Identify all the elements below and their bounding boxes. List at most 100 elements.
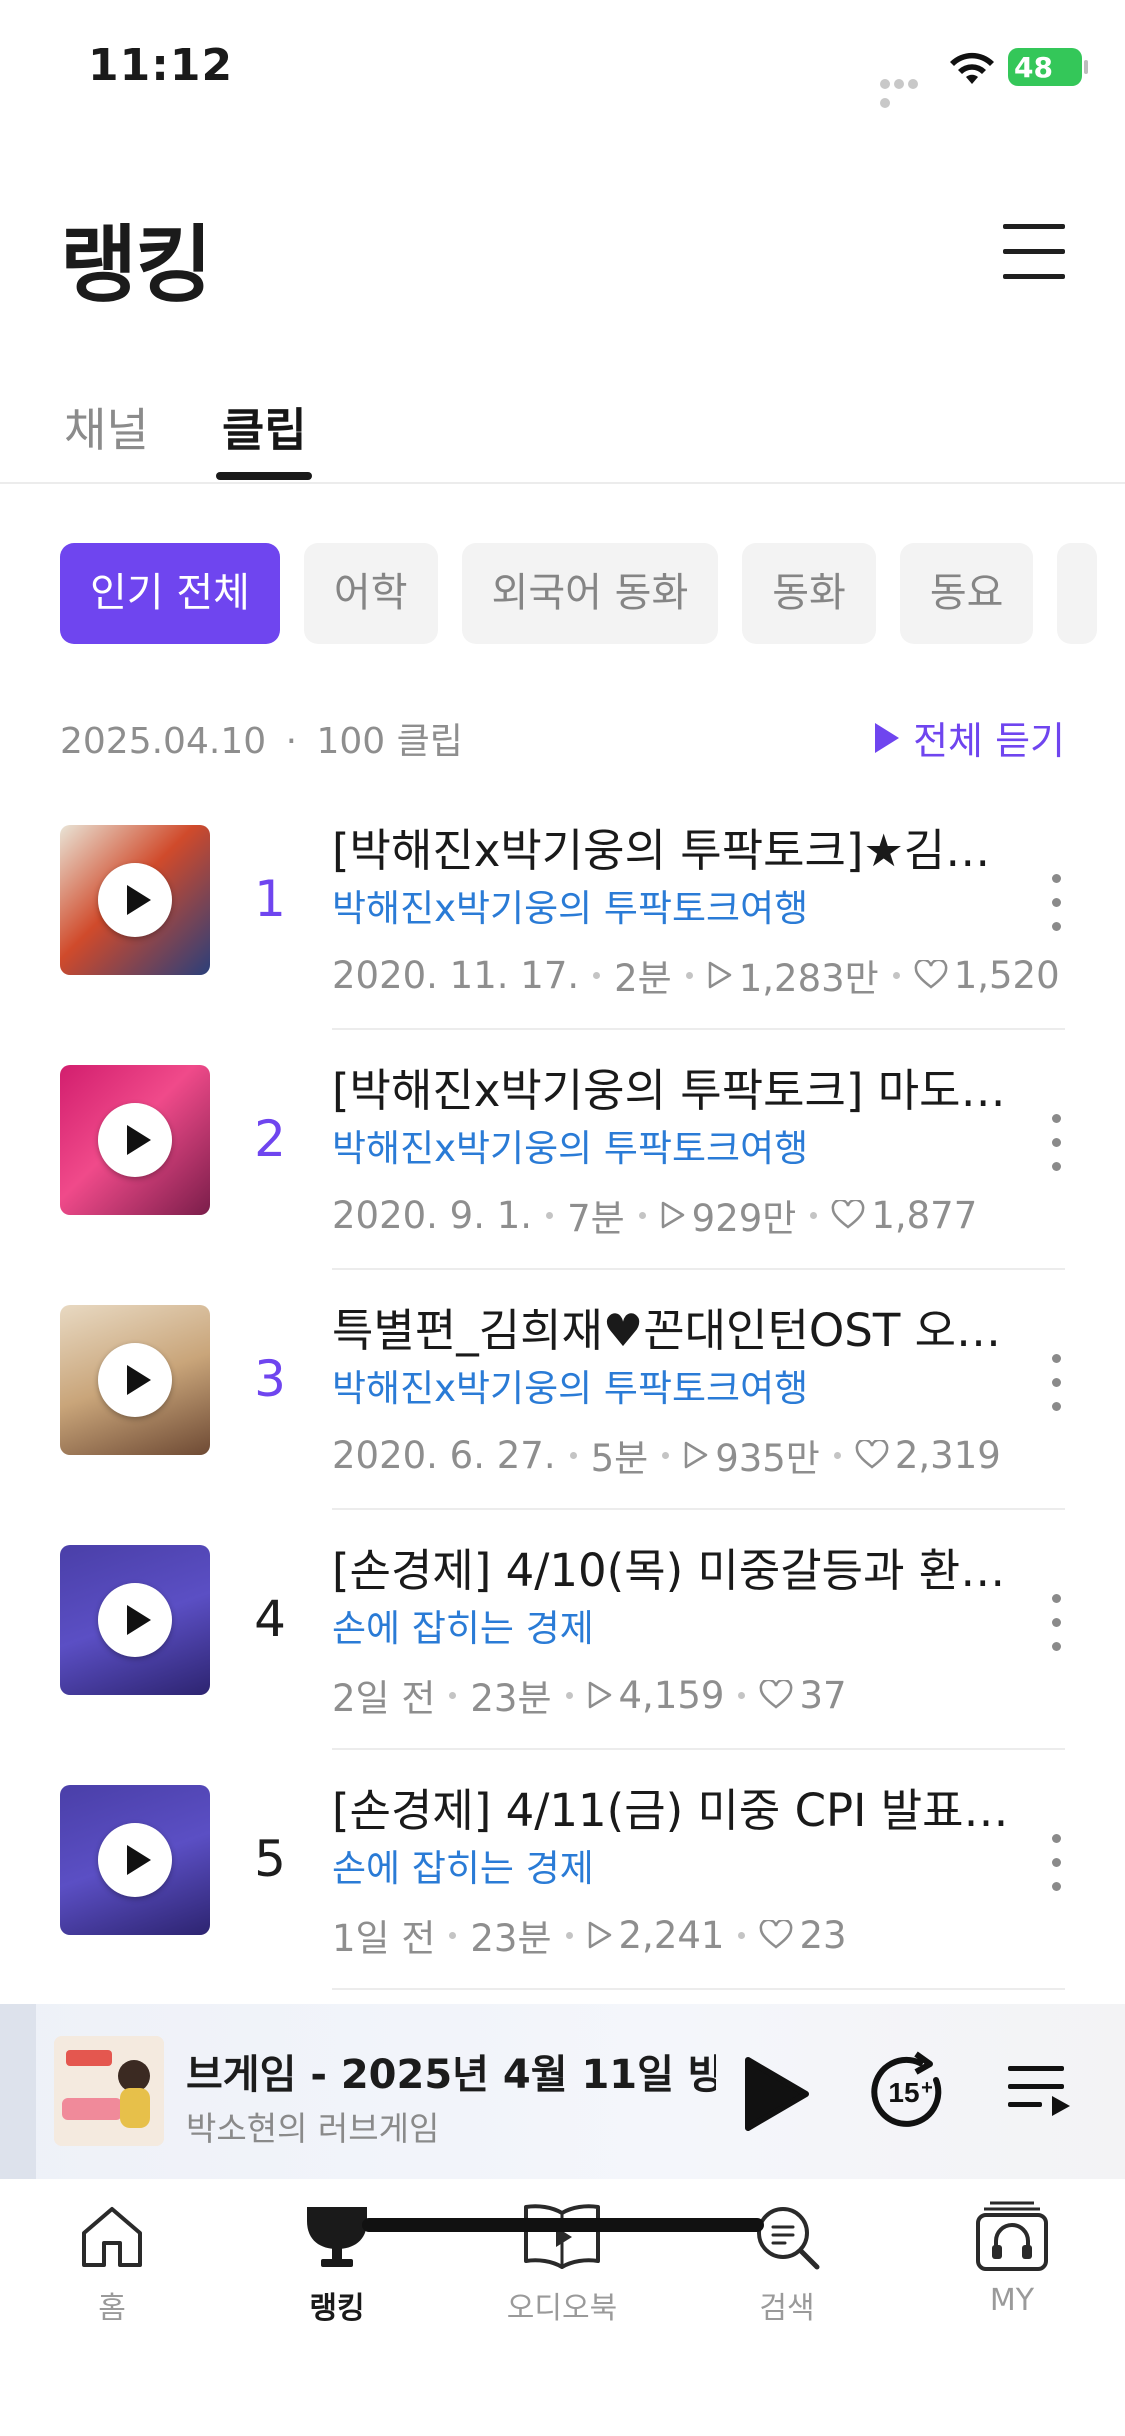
status-time: 11:12 bbox=[88, 40, 234, 91]
plays-icon bbox=[588, 1681, 611, 1709]
clip-title[interactable]: [손경제] 4/11(금) 미중 CPI 발표 | 시장 bbox=[332, 1774, 1012, 1839]
clip-channel[interactable]: 박해진x박기웅의 투팍토크여행 bbox=[332, 1118, 808, 1172]
clip-date: 2020. 6. 27. bbox=[332, 1433, 556, 1477]
chip-more[interactable] bbox=[1057, 543, 1098, 644]
clip-duration: 23분 bbox=[470, 1917, 552, 1960]
rank-number: 1 bbox=[254, 870, 286, 928]
clip-likes: 37 bbox=[799, 1673, 847, 1717]
skip-forward-icon: 15 + bbox=[871, 2051, 942, 2127]
clip-date: 1일 전 bbox=[332, 1917, 436, 1960]
chip-fairytale[interactable]: 동화 bbox=[742, 543, 876, 644]
list-item[interactable]: 3 특별편_김희재♥꼰대인턴OST 오리지널 박해진x박기웅의 투팍토크여행 2… bbox=[0, 1270, 1125, 1510]
play-icon[interactable] bbox=[98, 1343, 172, 1417]
rank-number: 2 bbox=[254, 1110, 286, 1168]
list-item[interactable]: 2 [박해진x박기웅의 투팍토크] 마도전설 편 박해진x박기웅의 투팍토크여행… bbox=[0, 1030, 1125, 1270]
play-all-label: 전체 듣기 bbox=[913, 719, 1065, 763]
clip-duration: 5분 bbox=[590, 1437, 649, 1480]
clip-date: 2020. 9. 1. bbox=[332, 1193, 533, 1237]
clip-title[interactable]: [손경제] 4/10(목) 미중갈등과 환율시장 bbox=[332, 1534, 1012, 1599]
clip-channel[interactable]: 손에 잡히는 경제 bbox=[332, 1598, 594, 1652]
play-button[interactable] bbox=[742, 2054, 812, 2134]
now-playing-artwork[interactable] bbox=[54, 2036, 164, 2146]
nav-ranking-label: 랭킹 bbox=[309, 2291, 365, 2326]
play-icon[interactable] bbox=[98, 1823, 172, 1897]
clip-stats: 2020. 9. 1. 7분 929만 1,877 bbox=[332, 1188, 977, 1242]
wifi-icon bbox=[950, 52, 994, 84]
more-options-icon[interactable] bbox=[1044, 1594, 1068, 1654]
nav-home-label: 홈 bbox=[98, 2291, 126, 2326]
heart-icon bbox=[855, 1440, 889, 1469]
active-tab-indicator bbox=[216, 472, 312, 480]
clip-duration: 7분 bbox=[567, 1197, 625, 1240]
clip-likes: 1,520 bbox=[953, 953, 1060, 997]
clip-thumbnail[interactable] bbox=[60, 1065, 210, 1215]
tab-clip[interactable]: 클립 bbox=[222, 394, 307, 460]
nav-search-label: 검색 bbox=[759, 2291, 815, 2326]
more-options-icon[interactable] bbox=[1044, 1834, 1068, 1894]
clip-title[interactable]: [박해진x박기웅의 투팍토크]★김희재 편 bbox=[332, 814, 1012, 879]
play-icon[interactable] bbox=[98, 1583, 172, 1657]
clip-date: 2일 전 bbox=[332, 1677, 436, 1720]
rank-number: 4 bbox=[254, 1590, 286, 1648]
clip-thumbnail[interactable] bbox=[60, 825, 210, 975]
more-options-icon[interactable] bbox=[1044, 1354, 1068, 1414]
nav-my-label: MY bbox=[989, 2283, 1035, 2318]
clip-title[interactable]: 특별편_김희재♥꼰대인턴OST 오리지널 bbox=[332, 1294, 1012, 1359]
clip-channel[interactable]: 박해진x박기웅의 투팍토크여행 bbox=[332, 1358, 808, 1412]
play-icon[interactable] bbox=[98, 1103, 172, 1177]
skip-seconds-label: 15 bbox=[888, 2077, 919, 2108]
clip-date: 2020. 11. 17. bbox=[332, 953, 580, 997]
clip-channel[interactable]: 손에 잡히는 경제 bbox=[332, 1838, 594, 1892]
playlist-queue-icon[interactable] bbox=[1006, 2062, 1072, 2122]
nav-home[interactable]: 홈 bbox=[42, 2201, 182, 2327]
signal-icon bbox=[880, 74, 934, 108]
more-options-icon[interactable] bbox=[1044, 1114, 1068, 1174]
clip-duration: 2분 bbox=[614, 957, 672, 1000]
ranking-date: 2025.04.10 bbox=[60, 721, 267, 762]
clip-channel[interactable]: 박해진x박기웅의 투팍토크여행 bbox=[332, 878, 808, 932]
clip-count: 100 클립 bbox=[316, 721, 463, 762]
divider bbox=[332, 1988, 1065, 1990]
rank-number: 5 bbox=[254, 1830, 286, 1888]
nav-my[interactable]: MY bbox=[942, 2201, 1082, 2318]
search-icon bbox=[757, 2207, 820, 2270]
menu-icon[interactable] bbox=[1003, 222, 1065, 280]
chip-popular-all[interactable]: 인기 전체 bbox=[60, 543, 280, 644]
list-item[interactable]: 4 [손경제] 4/10(목) 미중갈등과 환율시장 손에 잡히는 경제 2일 … bbox=[0, 1510, 1125, 1750]
play-all-button[interactable]: 전체 듣기 bbox=[875, 710, 1065, 765]
chip-foreign-fairytale[interactable]: 외국어 동화 bbox=[461, 543, 719, 644]
headphones-icon bbox=[976, 2201, 1048, 2271]
heart-icon bbox=[760, 1680, 793, 1709]
battery-level: 48 bbox=[1014, 50, 1053, 84]
heart-icon bbox=[760, 1920, 793, 1949]
chip-language[interactable]: 어학 bbox=[303, 543, 438, 644]
more-options-icon[interactable] bbox=[1044, 874, 1068, 934]
now-playing-title[interactable]: 브게임 - 2025년 4월 11일 방송 bbox=[186, 2042, 716, 2100]
home-icon bbox=[82, 2207, 142, 2267]
plays-icon bbox=[684, 1441, 708, 1469]
clip-likes: 1,877 bbox=[871, 1193, 978, 1237]
home-indicator[interactable] bbox=[362, 2218, 764, 2232]
clip-stats: 2020. 6. 27. 5분 935만 2,319 bbox=[332, 1428, 1001, 1482]
trophy-icon bbox=[307, 2207, 367, 2267]
tab-channel[interactable]: 채널 bbox=[64, 394, 149, 460]
clip-plays: 1,283만 bbox=[738, 957, 879, 1000]
skip-forward-button[interactable]: 15 + bbox=[866, 2050, 950, 2134]
mini-player[interactable]: 브게임 - 2025년 4월 11일 방송 박소현의 러브게임 15 + bbox=[0, 2004, 1125, 2179]
meta-separator: · bbox=[285, 721, 298, 762]
clip-stats: 1일 전 23분 2,241 23 bbox=[332, 1908, 847, 1962]
category-chips: 인기 전체 어학 외국어 동화 동화 동요 bbox=[60, 543, 1125, 645]
clip-likes: 23 bbox=[799, 1913, 847, 1957]
play-icon[interactable] bbox=[98, 863, 172, 937]
svg-text:+: + bbox=[921, 2077, 933, 2099]
artwork-image bbox=[54, 2036, 164, 2146]
clip-stats: 2일 전 23분 4,159 37 bbox=[332, 1668, 847, 1722]
clip-thumbnail[interactable] bbox=[60, 1785, 210, 1935]
chip-children-song[interactable]: 동요 bbox=[899, 543, 1034, 644]
clip-thumbnail[interactable] bbox=[60, 1545, 210, 1695]
clip-thumbnail[interactable] bbox=[60, 1305, 210, 1455]
now-playing-subtitle: 박소현의 러브게임 bbox=[186, 2109, 440, 2148]
clip-title[interactable]: [박해진x박기웅의 투팍토크] 마도전설 편 bbox=[332, 1054, 1012, 1119]
list-item[interactable]: 1 [박해진x박기웅의 투팍토크]★김희재 편 박해진x박기웅의 투팍토크여행 … bbox=[0, 790, 1125, 1030]
list-item[interactable]: 5 [손경제] 4/11(금) 미중 CPI 발표 | 시장 손에 잡히는 경제… bbox=[0, 1750, 1125, 1990]
